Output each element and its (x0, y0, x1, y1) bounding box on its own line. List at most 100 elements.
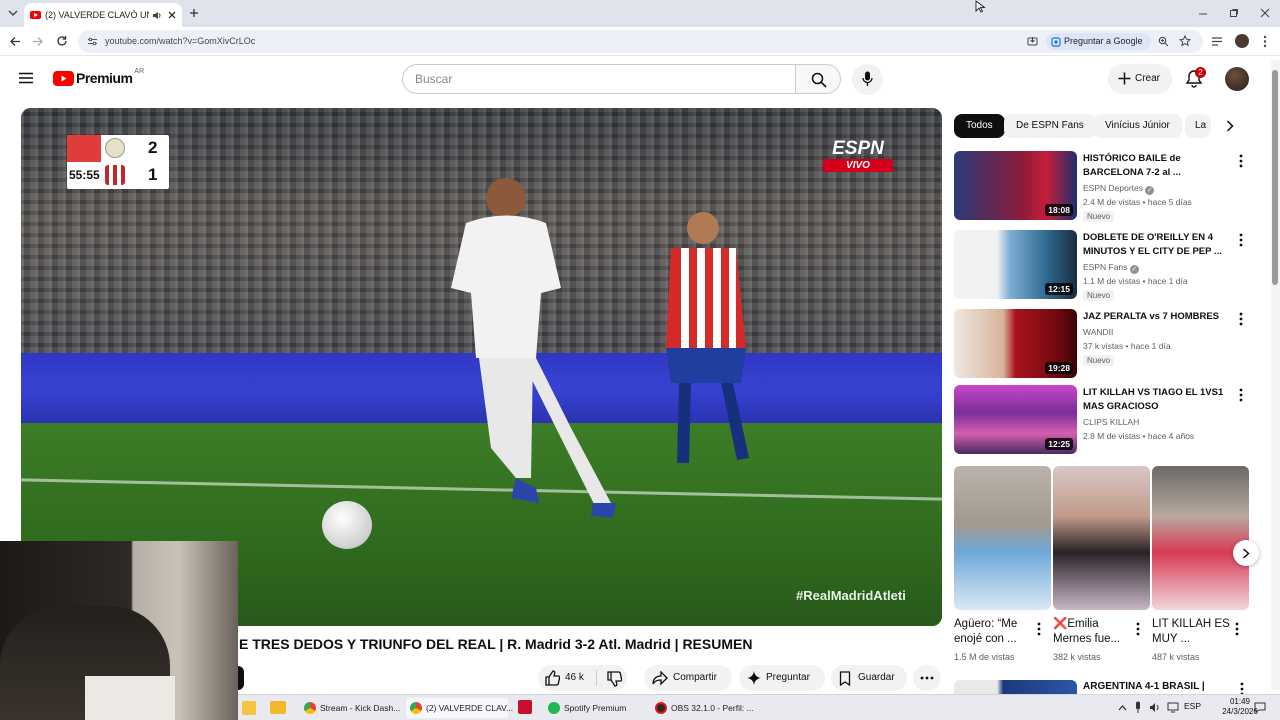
hamburger-menu-icon[interactable] (19, 72, 33, 84)
channel-name[interactable]: ESPN Fans ✓ (1083, 262, 1139, 274)
like-count[interactable]: 46 k (565, 665, 584, 691)
recommendation-item[interactable]: 12:15 DOBLETE DE O'REILLY EN 4 MINUTOS Y… (954, 230, 1254, 301)
short-title[interactable]: ❌Emilia Mernes fue... (1053, 617, 1133, 647)
close-tab-icon[interactable] (168, 11, 176, 19)
reading-list-icon[interactable] (1211, 36, 1223, 47)
scrollbar-thumb[interactable] (1272, 70, 1278, 285)
site-info-icon[interactable] (87, 37, 98, 46)
channel-name[interactable]: CLIPS KILLAH (1083, 417, 1139, 427)
short-title[interactable]: LIT KILLAH ES MUY ... (1152, 617, 1232, 647)
video-title[interactable]: JAZ PERALTA vs 7 HOMBRES (1083, 310, 1231, 324)
maximize-window-icon[interactable] (1229, 8, 1239, 18)
video-thumbnail[interactable]: 12:15 (954, 230, 1077, 299)
recommendation-item[interactable]: 18:08 HISTÓRICO BAILE de BARCELONA 7-2 a… (954, 151, 1254, 222)
install-app-icon[interactable] (1027, 36, 1038, 47)
forward-icon[interactable] (32, 36, 44, 47)
youtube-premium-logo[interactable]: Premium AR (53, 68, 144, 86)
share-button[interactable]: Compartir (644, 665, 732, 691)
minimize-window-icon[interactable] (1198, 9, 1208, 17)
new-tab-icon[interactable] (189, 8, 199, 18)
more-actions-button[interactable] (913, 665, 941, 691)
notification-center-icon[interactable] (1254, 702, 1266, 713)
app-icon[interactable] (518, 700, 532, 714)
more-vert-icon[interactable] (1034, 622, 1044, 636)
like-divider (596, 670, 597, 686)
create-button[interactable]: Crear (1108, 64, 1172, 94)
more-vert-icon[interactable] (1133, 622, 1143, 636)
recommendation-item[interactable]: 12:25 LIT KILLAH VS TIAGO EL 1VS1 MAS GR… (954, 385, 1254, 455)
channel-name[interactable]: ESPN Deportes ✓ (1083, 183, 1155, 195)
more-vert-icon[interactable] (1236, 388, 1246, 402)
chevron-right-icon[interactable] (1226, 120, 1234, 132)
page-scrollbar[interactable] (1271, 60, 1280, 690)
taskbar-label: OBS 32.1.0 - Perfil: ... (671, 703, 754, 713)
short-item[interactable]: ❌Emilia Mernes fue... 382 k vistas (1053, 466, 1150, 666)
save-button[interactable]: Guardar (831, 665, 907, 691)
video-title[interactable]: LIT KILLAH VS TIAGO EL 1VS1 MAS GRACIOSO (1083, 386, 1231, 414)
like-dislike-group: 46 k (538, 665, 627, 691)
more-vert-icon[interactable] (1236, 233, 1246, 247)
video-thumbnail[interactable] (954, 680, 1077, 694)
search-input[interactable]: Buscar (402, 64, 796, 94)
browser-tab-strip: (2) VALVERDE CLAVÓ UN G (0, 0, 1280, 27)
browser-tab-active[interactable]: (2) VALVERDE CLAVÓ UN G (24, 3, 182, 27)
ask-button[interactable]: Preguntar (739, 665, 825, 691)
plus-icon (1118, 72, 1131, 85)
video-title[interactable]: DOBLETE DE O'REILLY EN 4 MINUTOS Y EL CI… (1083, 231, 1231, 259)
profile-avatar[interactable] (1235, 34, 1249, 48)
video-thumbnail[interactable]: 12:25 (954, 385, 1077, 454)
search-button[interactable] (795, 64, 841, 94)
shorts-next-button[interactable] (1233, 540, 1259, 566)
short-thumbnail[interactable] (954, 466, 1051, 610)
video-thumbnail[interactable]: 19:28 (954, 309, 1077, 378)
chip-la[interactable]: La (1185, 114, 1211, 138)
language-indicator[interactable]: ESP (1184, 701, 1201, 711)
zoom-icon[interactable] (1158, 36, 1169, 47)
short-item[interactable]: LIT KILLAH ES MUY ... 487 k vistas (1152, 466, 1249, 666)
video-title[interactable]: ARGENTINA 4-1 BRASIL | (1083, 681, 1205, 692)
chip-espn-fans[interactable]: De ESPN Fans (1004, 114, 1096, 138)
network-icon[interactable] (1167, 702, 1179, 713)
close-window-icon[interactable] (1260, 8, 1270, 18)
browser-menu-icon[interactable] (1263, 35, 1267, 48)
video-thumbnail[interactable]: 18:08 (954, 151, 1077, 220)
more-vert-icon[interactable] (1236, 154, 1246, 168)
microphone-icon[interactable] (1134, 701, 1142, 714)
volume-icon[interactable] (1149, 702, 1161, 713)
short-thumbnail[interactable] (1053, 466, 1150, 610)
taskbar-item-obs[interactable]: OBS 32.1.0 - Perfil: ... (651, 698, 761, 718)
notifications-button[interactable]: 2 (1185, 67, 1207, 91)
voice-search-button[interactable] (852, 64, 883, 95)
logo-text: Premium (76, 70, 133, 86)
short-item[interactable]: Agüero: “Me enojé con ... 1.5 M de vista… (954, 466, 1051, 666)
recommendation-item[interactable]: 19:28 JAZ PERALTA vs 7 HOMBRES WANDII 37… (954, 309, 1254, 379)
more-vert-icon[interactable] (1236, 312, 1246, 326)
show-hidden-icons-icon[interactable] (1118, 704, 1127, 711)
app-icon[interactable] (242, 701, 256, 715)
taskbar-item-youtube[interactable]: (2) VALVERDE CLAV... (406, 698, 513, 718)
back-icon[interactable] (9, 36, 21, 47)
channel-avatar[interactable] (238, 666, 244, 690)
ask-google-button[interactable]: Preguntar a Google (1046, 33, 1151, 50)
taskbar-item-spotify[interactable]: Spotify Premium (544, 698, 636, 718)
speaker-icon[interactable] (152, 11, 162, 20)
channel-name[interactable]: WANDII (1083, 327, 1113, 337)
chip-todos[interactable]: Todos (954, 114, 1005, 138)
account-avatar[interactable] (1225, 67, 1249, 91)
bookmark-star-icon[interactable] (1179, 35, 1191, 47)
dislike-icon[interactable] (606, 671, 622, 687)
file-explorer-icon[interactable] (270, 701, 286, 714)
chip-vinicius[interactable]: Vinícius Júnior (1093, 114, 1182, 138)
video-title[interactable]: HISTÓRICO BAILE de BARCELONA 7-2 al ... (1083, 152, 1231, 180)
tab-search-icon[interactable] (8, 9, 18, 17)
taskbar-item-stream[interactable]: Stream - Kick Dash... (300, 698, 400, 718)
more-vert-icon[interactable] (1237, 682, 1247, 694)
like-icon[interactable] (544, 670, 560, 686)
short-title[interactable]: Agüero: “Me enojé con ... (954, 617, 1034, 647)
new-badge: Nuevo (1083, 355, 1115, 366)
address-bar[interactable]: youtube.com/watch?v=GomXivCrLOc Pregunta… (78, 30, 1203, 53)
short-thumbnail[interactable] (1152, 466, 1249, 610)
reload-icon[interactable] (56, 35, 68, 47)
new-badge: Nuevo (1083, 211, 1115, 222)
more-vert-icon[interactable] (1232, 622, 1242, 636)
